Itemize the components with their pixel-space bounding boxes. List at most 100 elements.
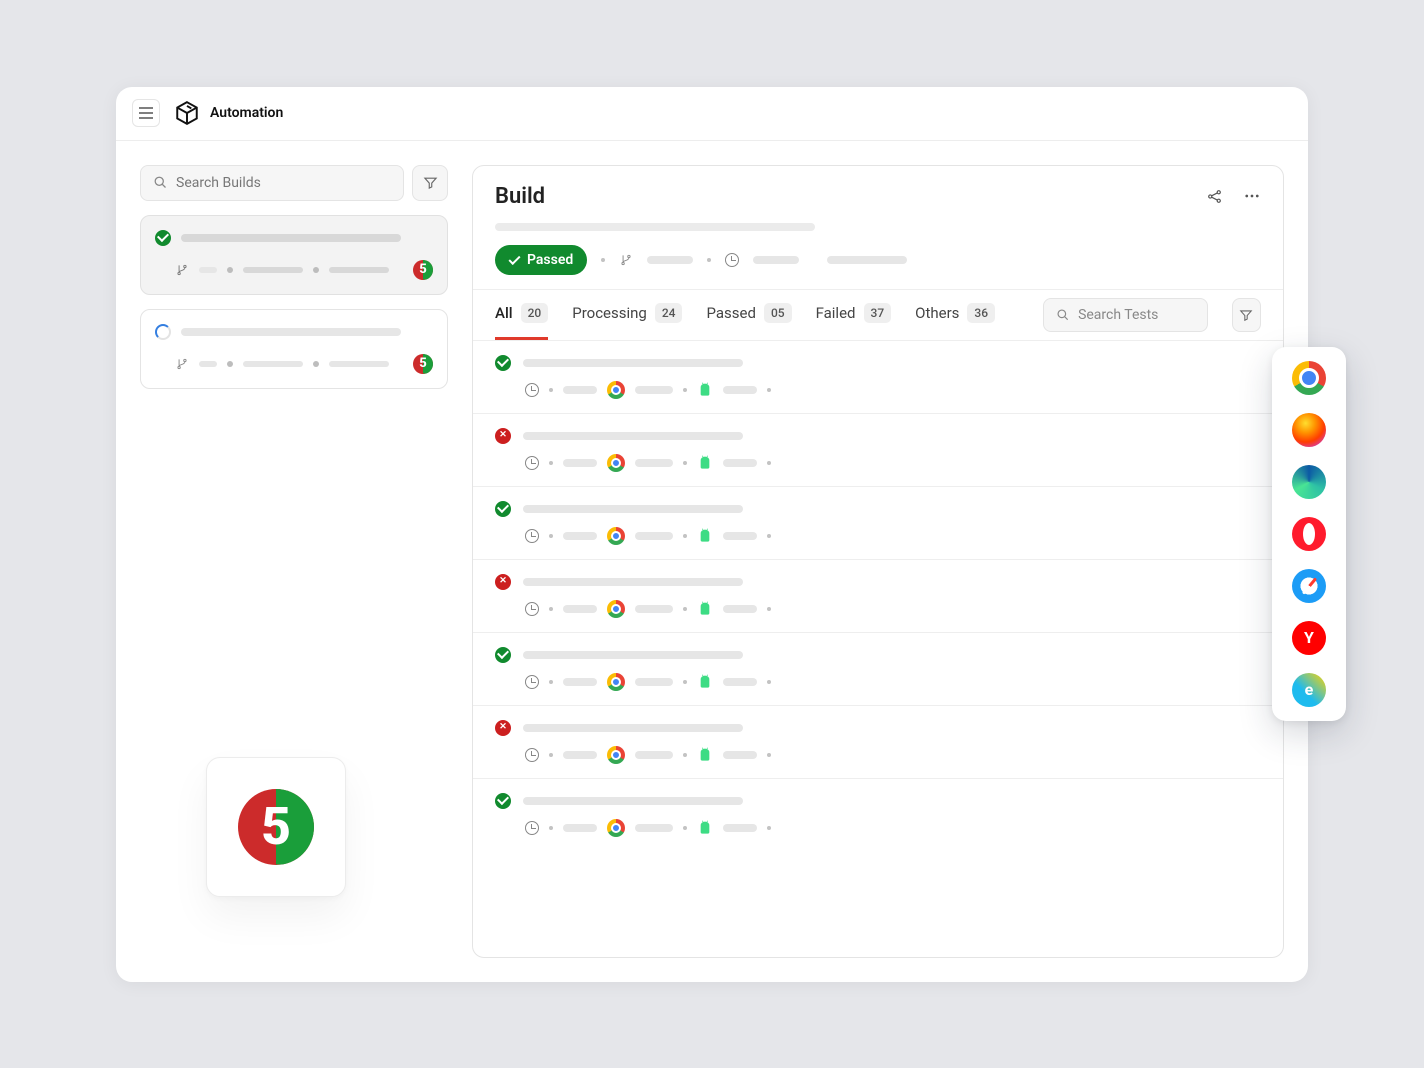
- status-pill-label: Passed: [527, 252, 573, 268]
- test-row[interactable]: [473, 487, 1283, 560]
- build-sub-placeholder: [495, 223, 815, 231]
- chrome-icon: [607, 527, 625, 545]
- menu-button[interactable]: [132, 99, 160, 127]
- more-icon[interactable]: [1243, 187, 1261, 205]
- status-failed-icon: [495, 720, 511, 736]
- test-row[interactable]: [473, 560, 1283, 633]
- tab-count: 37: [864, 303, 892, 323]
- chrome-icon[interactable]: [1292, 361, 1326, 395]
- firefox-icon[interactable]: [1292, 413, 1326, 447]
- tab-count: 36: [967, 303, 995, 323]
- chrome-icon: [607, 600, 625, 618]
- test-row[interactable]: [473, 706, 1283, 779]
- tab-count: 20: [521, 303, 549, 323]
- test-name-placeholder: [523, 797, 743, 805]
- tests-search-input[interactable]: Search Tests: [1043, 298, 1208, 332]
- builds-search-row: Search Builds: [140, 165, 448, 201]
- tab-failed[interactable]: Failed 37: [816, 290, 892, 340]
- share-icon[interactable]: [1206, 188, 1223, 205]
- clock-icon: [525, 748, 539, 762]
- filter-icon: [1239, 308, 1253, 322]
- tab-processing[interactable]: Processing 24: [572, 290, 682, 340]
- panel-header: Build Passed: [473, 166, 1283, 289]
- tab-label: Passed: [706, 304, 755, 322]
- test-row[interactable]: [473, 633, 1283, 706]
- android-icon: [697, 528, 713, 544]
- check-icon: [508, 252, 520, 264]
- junit5-logo-icon: 5: [238, 789, 314, 865]
- panel-title: Build: [495, 184, 1206, 209]
- junit5-logo-card: 5: [206, 757, 346, 897]
- yandex-icon[interactable]: Y: [1292, 621, 1326, 655]
- header: Automation: [116, 87, 1308, 141]
- test-name-placeholder: [523, 505, 743, 513]
- android-icon: [697, 382, 713, 398]
- clock-icon: [525, 383, 539, 397]
- search-icon: [153, 175, 168, 190]
- tab-others[interactable]: Others 36: [915, 290, 995, 340]
- hamburger-icon: [139, 107, 153, 119]
- ie-icon[interactable]: e: [1292, 673, 1326, 707]
- status-passed-icon: [495, 501, 511, 517]
- filter-icon: [423, 175, 438, 190]
- test-name-placeholder: [523, 578, 743, 586]
- app-window: Automation Search Builds: [116, 87, 1308, 982]
- logo: Automation: [174, 100, 283, 126]
- opera-icon[interactable]: [1292, 517, 1326, 551]
- tab-all[interactable]: All 20: [495, 290, 548, 340]
- test-name-placeholder: [523, 359, 743, 367]
- logo-icon: [174, 100, 200, 126]
- android-icon: [697, 601, 713, 617]
- tab-label: All: [495, 304, 513, 322]
- build-name-placeholder: [181, 234, 401, 242]
- clock-icon: [525, 456, 539, 470]
- test-row[interactable]: [473, 414, 1283, 487]
- tab-label: Failed: [816, 304, 856, 322]
- status-passed-icon: [495, 647, 511, 663]
- builds-search-input[interactable]: Search Builds: [140, 165, 404, 201]
- branch-icon: [175, 357, 189, 371]
- tab-label: Processing: [572, 304, 647, 322]
- clock-icon: [525, 602, 539, 616]
- tab-label: Others: [915, 304, 959, 322]
- branch-icon: [619, 253, 633, 267]
- safari-icon[interactable]: [1292, 569, 1326, 603]
- tab-passed[interactable]: Passed 05: [706, 290, 791, 340]
- chrome-icon: [607, 819, 625, 837]
- status-passed-icon: [495, 793, 511, 809]
- android-icon: [697, 455, 713, 471]
- clock-icon: [525, 675, 539, 689]
- status-failed-icon: [495, 574, 511, 590]
- app-title: Automation: [210, 105, 283, 121]
- edge-icon[interactable]: [1292, 465, 1326, 499]
- tests-list: [473, 341, 1283, 957]
- test-row[interactable]: [473, 779, 1283, 851]
- android-icon: [697, 820, 713, 836]
- chrome-icon: [607, 673, 625, 691]
- build-card[interactable]: 5: [140, 215, 448, 295]
- status-passed-icon: [495, 355, 511, 371]
- tab-count: 24: [655, 303, 683, 323]
- test-name-placeholder: [523, 651, 743, 659]
- browser-panel: Y e: [1272, 347, 1346, 721]
- status-processing-icon: [155, 324, 171, 340]
- tab-count: 05: [764, 303, 792, 323]
- status-passed-icon: [155, 230, 171, 246]
- branch-icon: [175, 263, 189, 277]
- test-row[interactable]: [473, 341, 1283, 414]
- clock-icon: [525, 529, 539, 543]
- tabs: All 20 Processing 24 Passed 05 Failed 37…: [473, 289, 1283, 341]
- android-icon: [697, 674, 713, 690]
- test-name-placeholder: [523, 432, 743, 440]
- status-failed-icon: [495, 428, 511, 444]
- chrome-icon: [607, 454, 625, 472]
- android-icon: [697, 747, 713, 763]
- tests-filter-button[interactable]: [1232, 298, 1261, 332]
- status-pill: Passed: [495, 245, 587, 275]
- build-name-placeholder: [181, 328, 401, 336]
- build-card[interactable]: 5: [140, 309, 448, 389]
- builds-search-placeholder: Search Builds: [176, 175, 261, 191]
- builds-filter-button[interactable]: [412, 165, 448, 201]
- clock-icon: [525, 821, 539, 835]
- chrome-icon: [607, 381, 625, 399]
